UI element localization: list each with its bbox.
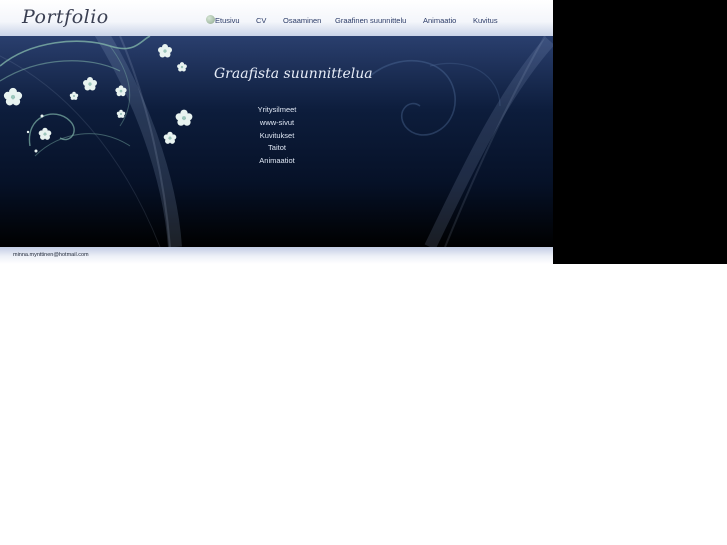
submenu-item-kuvitukset[interactable]: Kuvitukset: [232, 130, 322, 143]
active-nav-indicator-icon: [206, 15, 215, 24]
hero-banner: Graafista suunnittelua Yritysilmeet www-…: [0, 36, 553, 247]
site-logo[interactable]: Portfolio: [22, 6, 109, 28]
flower-icon: [83, 77, 97, 91]
flower-icon: [3, 87, 23, 106]
submenu-item-taitot[interactable]: Taitot: [232, 142, 322, 155]
flower-icon: [163, 131, 177, 144]
sub-menu: Yritysilmeet www-sivut Kuvitukset Taitot…: [232, 104, 322, 168]
flower-icon: [158, 44, 172, 58]
top-navigation-bar: Portfolio Etusivu CV Osaaminen Graafinen…: [0, 0, 553, 36]
footer-bar: minna.mynttinen@hotmail.com: [0, 247, 553, 264]
dot-decoration: [26, 130, 30, 134]
swirl-left-mid: [0, 60, 121, 82]
submenu-item-animaatiot[interactable]: Animaatiot: [232, 155, 322, 168]
nav-item-kuvitus[interactable]: Kuvitus: [473, 16, 498, 25]
dot-decoration: [40, 114, 44, 118]
flower-icon: [177, 62, 187, 72]
footer-email-link[interactable]: minna.mynttinen@hotmail.com: [13, 252, 89, 258]
swirl-right: [369, 59, 456, 136]
portfolio-site: Portfolio Etusivu CV Osaaminen Graafinen…: [0, 0, 553, 264]
dot-decoration: [34, 149, 38, 153]
flower-icon: [116, 109, 126, 118]
flower-icon: [38, 127, 52, 140]
nav-item-osaaminen[interactable]: Osaaminen: [283, 16, 321, 25]
swirl-left-curl: [28, 113, 75, 147]
flower-icon: [69, 91, 79, 100]
flower-icon: [175, 109, 193, 126]
swirl-left-top: [0, 36, 151, 67]
right-black-area: [553, 0, 727, 264]
nav-item-etusivu[interactable]: Etusivu: [215, 16, 240, 25]
nav-item-animaatio[interactable]: Animaatio: [423, 16, 456, 25]
submenu-item-www-sivut[interactable]: www-sivut: [232, 117, 322, 130]
nav-item-cv[interactable]: CV: [256, 16, 266, 25]
flowers: [3, 44, 193, 153]
hero-title: Graafista suunnittelua: [214, 66, 373, 82]
submenu-item-yritysilmeet[interactable]: Yritysilmeet: [232, 104, 322, 117]
nav-item-graafinen-suunnittelu[interactable]: Graafinen suunnittelu: [335, 16, 406, 25]
